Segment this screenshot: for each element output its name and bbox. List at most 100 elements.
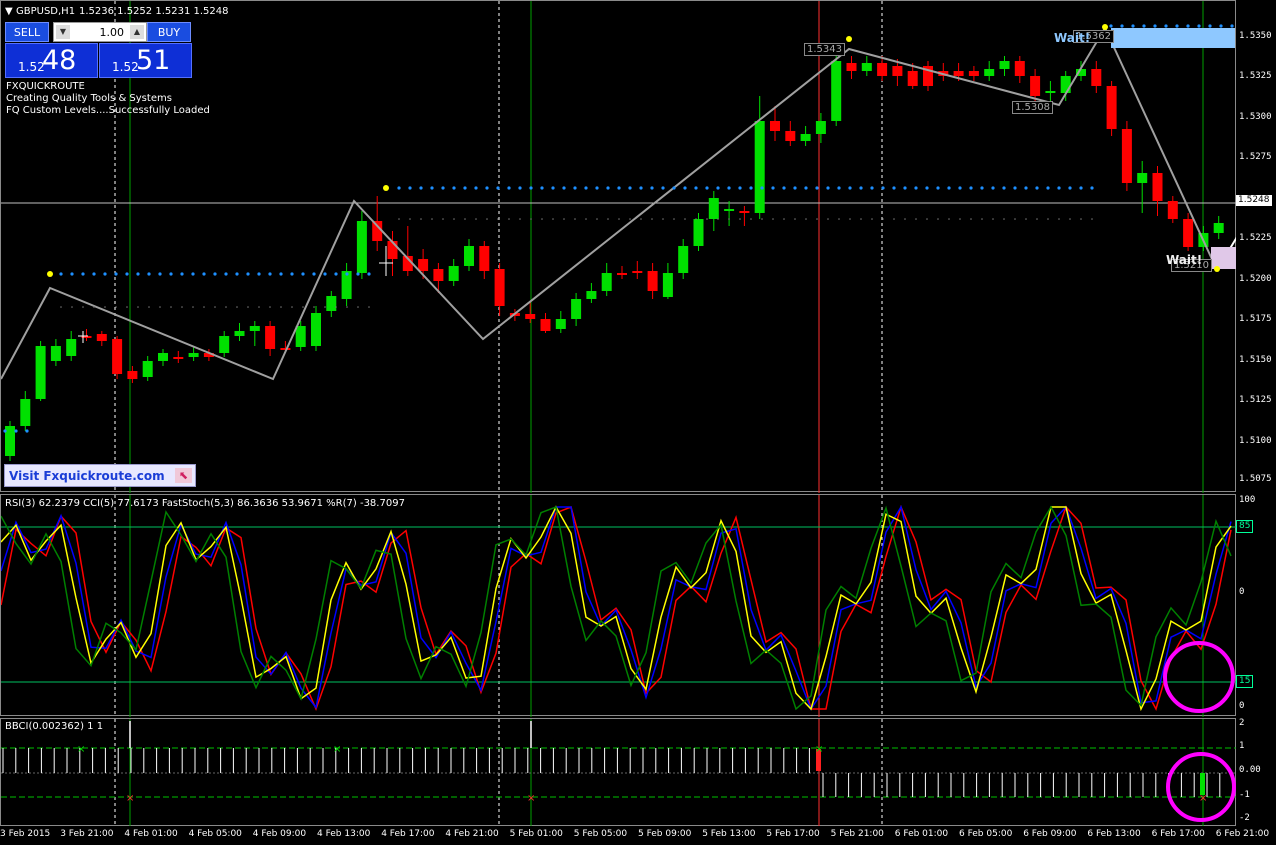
mid-level-dot: [827, 218, 829, 220]
mid-level-dot: [453, 218, 455, 220]
chart-ohlc: 1.5236 1.5252 1.5231 1.5248: [79, 6, 229, 17]
resistance-dot: [859, 186, 863, 190]
resistance-dot: [334, 272, 338, 276]
resistance-dot: [815, 186, 819, 190]
price-chart-pane[interactable]: ▼ GBPUSD,H1 1.5236 1.5252 1.5231 1.5248 …: [0, 0, 1237, 493]
one-click-trading-panel: SELL ▼ 1.00 ▲ BUY 1.52 48 1.52 51: [5, 21, 192, 78]
sell-button[interactable]: SELL: [5, 22, 49, 42]
buy-price-box[interactable]: 1.52 51: [99, 43, 192, 78]
mid-level-dot: [805, 218, 807, 220]
resistance-dot: [496, 186, 500, 190]
resistance-dot: [430, 186, 434, 190]
candlestick: [249, 326, 260, 331]
mid-level-dot: [717, 218, 719, 220]
mid-level-dot: [1036, 218, 1038, 220]
mid-level-dot: [93, 306, 95, 308]
resistance-dot: [1046, 186, 1050, 190]
bbci-tick: -2: [1239, 813, 1250, 823]
resistance-dot: [551, 186, 555, 190]
candlestick: [861, 63, 872, 71]
candlestick: [387, 241, 398, 259]
sell-price-big: 48: [42, 45, 77, 76]
time-tick-label: 4 Feb 13:00: [317, 829, 371, 839]
indicator-info-line3: FQ Custom Levels....Successfully Loaded: [6, 105, 210, 116]
resistance-dot: [224, 272, 228, 276]
bbci-cross-marker: ×: [77, 744, 85, 755]
bbci-tick: 1: [1239, 741, 1245, 751]
mid-level-dot: [148, 306, 150, 308]
candlestick: [433, 269, 444, 281]
mid-level-dot: [1058, 218, 1060, 220]
mid-level-dot: [662, 218, 664, 220]
visit-website-banner[interactable]: Visit Fxquickroute.com ⬉: [4, 464, 196, 487]
price-tick: 1.5150: [1239, 355, 1272, 365]
mid-level-dot: [236, 306, 238, 308]
lot-up-arrow-icon[interactable]: ▲: [130, 25, 144, 39]
resistance-dot: [312, 272, 316, 276]
resistance-dot: [136, 272, 140, 276]
resistance-dot: [672, 186, 676, 190]
resistance-dot: [782, 186, 786, 190]
candlestick: [188, 353, 199, 357]
resistance-dot: [991, 186, 995, 190]
support-dot: [3, 429, 7, 433]
mid-level-dot: [170, 306, 172, 308]
mid-level-dot: [442, 218, 444, 220]
time-tick-label: 5 Feb 09:00: [638, 829, 692, 839]
mid-level-dot: [739, 218, 741, 220]
price-axis[interactable]: 1.5350 1.5325 1.5300 1.5275 1.5225 1.520…: [1236, 0, 1276, 492]
mid-level-dot: [673, 218, 675, 220]
candlestick: [999, 61, 1010, 69]
mid-level-dot: [629, 218, 631, 220]
price-tick: 1.5075: [1239, 474, 1272, 484]
candlestick: [846, 63, 857, 71]
bbci-axis[interactable]: 2 1 0.00 -1 -2: [1236, 718, 1276, 826]
mid-level-dot: [794, 218, 796, 220]
time-tick-label: 5 Feb 17:00: [766, 829, 820, 839]
resistance-dot: [1057, 186, 1061, 190]
candlestick: [96, 334, 107, 341]
candlestick: [158, 353, 168, 361]
lot-size-input[interactable]: ▼ 1.00 ▲: [53, 22, 147, 42]
resistance-dot: [301, 272, 305, 276]
sell-price-box[interactable]: 1.52 48: [5, 43, 98, 78]
resistance-dot: [452, 186, 456, 190]
candlestick: [953, 71, 964, 76]
resistance-dot: [837, 186, 841, 190]
mid-level-dot: [992, 218, 994, 220]
price-tick: 1.5325: [1239, 71, 1272, 81]
resistance-dot: [1186, 24, 1190, 28]
candlestick: [35, 346, 46, 399]
candlestick: [265, 326, 276, 349]
mid-level-dot: [772, 218, 774, 220]
candlestick: [647, 271, 658, 291]
candlestick: [754, 121, 765, 213]
time-axis[interactable]: 3 Feb 2015 3 Feb 21:00 4 Feb 01:00 4 Feb 05…: [0, 826, 1276, 845]
mid-level-dot: [618, 218, 620, 220]
oscillator-pane[interactable]: RSI(3) 62.2379 CCI(5) 77.6173 FastStoch(…: [0, 494, 1237, 717]
bbci-canvas: × × × × × ×: [1, 719, 1237, 827]
candlestick: [724, 209, 735, 211]
pivot-marker: [846, 36, 852, 42]
resistance-dot: [114, 272, 118, 276]
external-link-arrow-icon[interactable]: ⬉: [175, 468, 192, 483]
resistance-dot: [947, 186, 951, 190]
bbci-pane[interactable]: × × × × × × BBCI(0.002362) 1 1: [0, 718, 1237, 827]
buy-button[interactable]: BUY: [147, 22, 191, 42]
resistance-dot: [903, 186, 907, 190]
resistance-dot: [1153, 24, 1157, 28]
lot-down-arrow-icon[interactable]: ▼: [56, 25, 70, 39]
mid-level-dot: [497, 218, 499, 220]
resistance-dot: [1024, 186, 1028, 190]
resistance-dot: [1068, 186, 1072, 190]
mid-level-dot: [651, 218, 653, 220]
price-tick: 1.5225: [1239, 233, 1272, 243]
time-tick-label: 5 Feb 13:00: [702, 829, 756, 839]
mid-level-dot: [849, 218, 851, 220]
resistance-dot: [749, 186, 753, 190]
mid-level-dot: [1003, 218, 1005, 220]
chart-symbol-icon: ▼: [5, 6, 13, 17]
visit-banner-text: Visit Fxquickroute.com: [9, 469, 165, 483]
lot-size-value: 1.00: [99, 26, 125, 39]
resistance-dot: [463, 186, 467, 190]
